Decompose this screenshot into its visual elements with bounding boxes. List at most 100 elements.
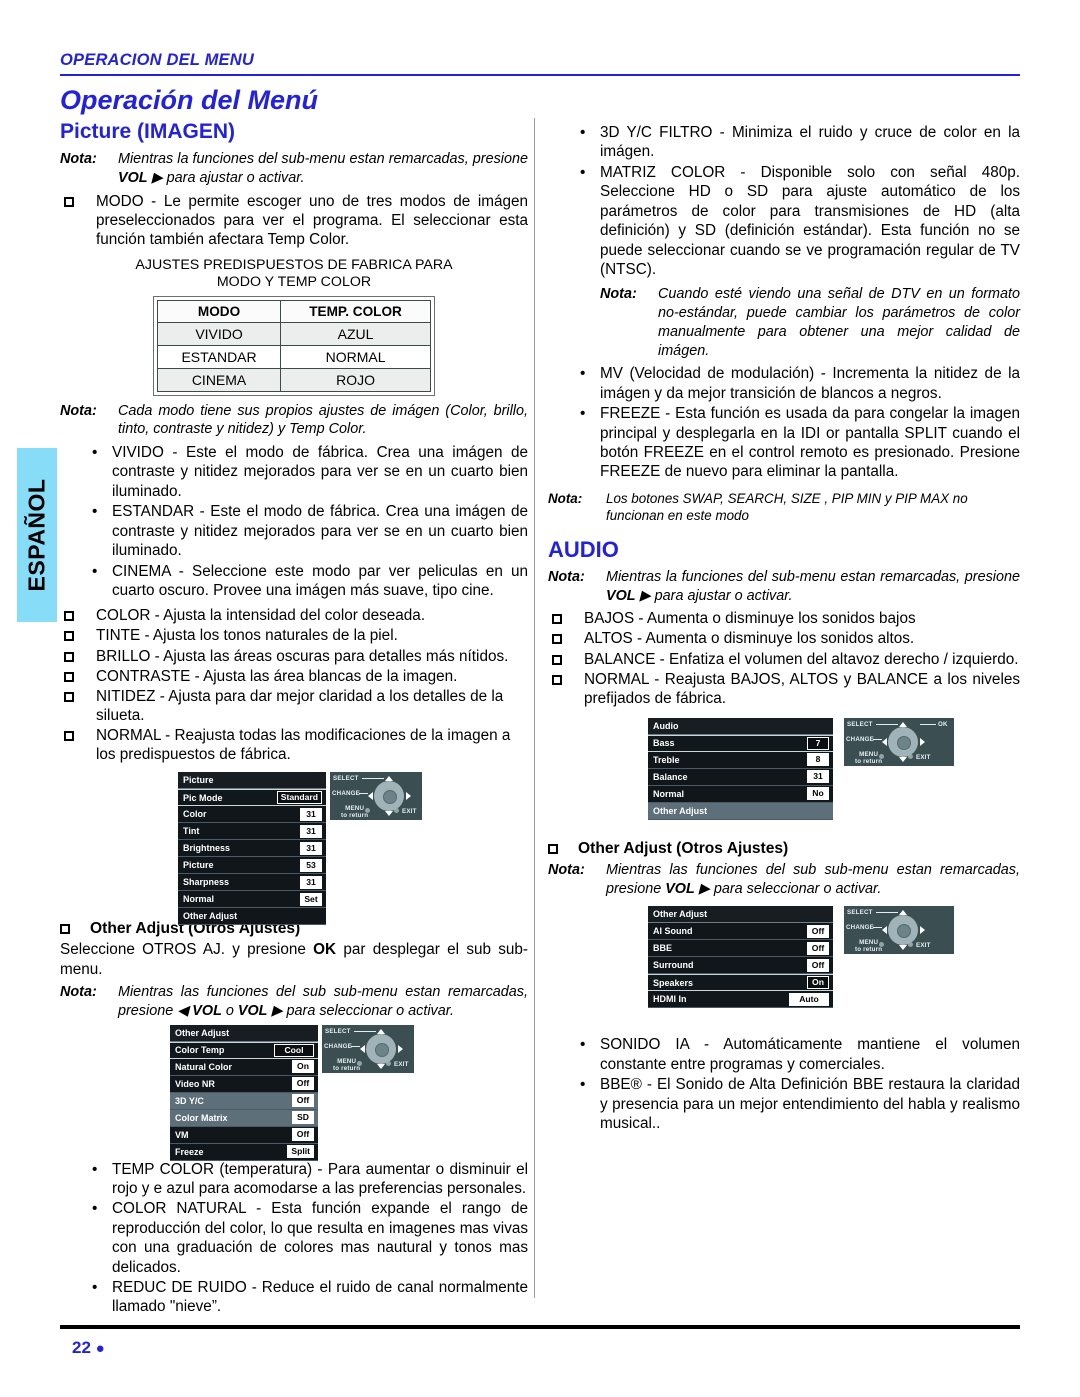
osd-row-normal[interactable]: Normal Set — [178, 891, 326, 909]
square-bullet-icon — [60, 192, 96, 249]
osd-row-title: Other Adjust — [648, 906, 833, 924]
round-bullet-icon: • — [92, 1279, 98, 1297]
osd-row-3d-yc[interactable]: 3D Y/C Off — [170, 1092, 318, 1110]
osd-row-normal[interactable]: Normal No — [648, 785, 833, 803]
note-other-adjust: Nota: Mientras las funciones del sub sub… — [60, 983, 528, 1020]
osd-row-label: Picture — [183, 775, 214, 786]
osd-row-video-nr[interactable]: Video NR Off — [170, 1075, 318, 1093]
list-item-text: SONIDO IA - Automáticamente mantiene el … — [600, 1036, 1020, 1073]
list-item-text: MODO - Le permite escoger uno de tres mo… — [96, 192, 528, 248]
list-item-altos: ALTOS - Aumenta o disminuye los sonidos … — [548, 629, 1020, 648]
dpad-left-icon[interactable] — [360, 1044, 365, 1053]
osd-row-bass[interactable]: Bass 7 — [648, 734, 833, 752]
osd-row-hdmi-in[interactable]: HDMI In Auto — [648, 991, 833, 1009]
dpad-up-icon[interactable] — [385, 776, 393, 782]
osd-row-freeze[interactable]: Freeze Split — [170, 1143, 318, 1161]
osd-row-pic-mode[interactable]: Pic Mode Standard — [178, 789, 326, 807]
table-header-modo: MODO — [156, 299, 282, 323]
table-row: VIVIDO AZUL — [156, 321, 431, 346]
dpad-disc[interactable] — [366, 1033, 396, 1064]
dpad-lead-select — [362, 778, 384, 780]
list-item-vivido: • VIVIDO - Este el modo de fábrica. Crea… — [60, 443, 528, 501]
osd-row-value: Standard — [276, 791, 322, 805]
list-item-text: COLOR NATURAL - Esta función expande el … — [112, 1200, 528, 1276]
osd-row-balance[interactable]: Balance 31 — [648, 768, 833, 786]
osd-row-label: Balance — [653, 771, 688, 782]
dpad-up-icon[interactable] — [377, 1028, 385, 1034]
table-caption-line-2: MODO Y TEMP COLOR — [216, 274, 372, 291]
dpad-down-icon[interactable] — [899, 756, 907, 762]
dpad-left-icon[interactable] — [882, 926, 887, 935]
osd-row-brightness[interactable]: Brightness 31 — [178, 840, 326, 858]
osd-row-vm[interactable]: VM Off — [170, 1126, 318, 1144]
dpad-graphic-audio-other: SELECT CHANGE MENU to return EXIT — [844, 906, 954, 955]
subheading-audio-other-adjust: Other Adjust (Otros Ajustes) — [548, 840, 1020, 858]
osd-row-value: 31 — [300, 875, 322, 889]
osd-row-title: Picture — [178, 772, 326, 790]
list-item-text: ALTOS - Aumenta o disminuye los sonidos … — [584, 630, 915, 648]
header-rule — [60, 73, 1020, 76]
osd-row-treble[interactable]: Treble 8 — [648, 751, 833, 769]
dpad-right-icon[interactable] — [406, 792, 411, 801]
subheading-text: Other Adjust (Otros Ajustes) — [578, 839, 789, 857]
osd-row-label: Other Adjust — [175, 1027, 230, 1038]
dpad-label-change: CHANGE — [846, 735, 875, 743]
osd-row-title: Audio — [648, 717, 833, 735]
dpad-lead-select — [876, 912, 898, 914]
osd-row-surround[interactable]: Surround Off — [648, 957, 833, 975]
square-bullet-icon — [60, 687, 96, 725]
osd-row-label: Color — [183, 809, 207, 820]
osd-row-tint[interactable]: Tint 31 — [178, 823, 326, 841]
dpad-up-icon[interactable] — [899, 721, 907, 727]
osd-row-picture[interactable]: Picture 53 — [178, 857, 326, 875]
dpad-lead-select — [876, 723, 898, 725]
footer-rule — [60, 1325, 1020, 1329]
dpad-right-icon[interactable] — [920, 737, 925, 746]
dpad-disc[interactable] — [888, 726, 918, 757]
list-item-color: COLOR - Ajusta la intensidad del color d… — [60, 606, 528, 625]
dpad-lead-change — [873, 927, 882, 929]
list-item-reduc-ruido: • REDUC DE RUIDO - Reduce el ruido de ca… — [60, 1278, 528, 1317]
osd-row-natural-color[interactable]: Natural Color On — [170, 1058, 318, 1076]
osd-row-color-temp[interactable]: Color Temp Cool — [170, 1041, 318, 1059]
dpad-left-icon[interactable] — [368, 792, 373, 801]
dpad-label-select: SELECT — [325, 1027, 351, 1035]
note-text: Mientras las funciones del sub sub-menu … — [606, 861, 1020, 897]
dpad-disc[interactable] — [888, 915, 918, 946]
dpad-down-icon[interactable] — [899, 945, 907, 951]
osd-row-sharpness[interactable]: Sharpness 31 — [178, 874, 326, 892]
list-item-3dyc-filtro: • 3D Y/C FILTRO - Minimiza el ruido y cr… — [548, 123, 1020, 162]
list-item-text: REDUC DE RUIDO - Reduce el ruido de cana… — [112, 1279, 528, 1316]
osd-row-label: Picture — [183, 860, 214, 871]
osd-audio-other-adjust-rows: Other Adjust AI Sound Off BBE Off Surrou… — [648, 906, 833, 1009]
osd-row-speakers[interactable]: Speakers On — [648, 974, 833, 992]
dpad-down-icon[interactable] — [377, 1063, 385, 1069]
list-item-text: NORMAL - Reajusta todas las modificacion… — [96, 727, 511, 764]
osd-row-label: VM — [175, 1129, 189, 1140]
dpad-right-icon[interactable] — [398, 1044, 403, 1053]
osd-row-color-matrix[interactable]: Color Matrix SD — [170, 1109, 318, 1127]
dpad-up-icon[interactable] — [899, 910, 907, 916]
dpad-left-icon[interactable] — [882, 737, 887, 746]
list-item-text: CONTRASTE - Ajusta las área blancas de l… — [96, 667, 458, 685]
osd-row-label: Other Adjust — [653, 909, 708, 920]
note-dtv: Nota: Cuando esté viendo una señal de DT… — [600, 285, 1020, 360]
osd-row-value: Off — [807, 941, 829, 955]
osd-row-other-adjust[interactable]: Other Adjust — [178, 908, 326, 926]
dpad-label-select: SELECT — [333, 775, 359, 783]
list-item-mv: • MV (Velocidad de modulación) - Increme… — [548, 364, 1020, 403]
table-caption: AJUSTES PREDISPUESTOS DE FABRICA PARA MO… — [60, 257, 528, 292]
round-bullet-icon: • — [580, 163, 586, 181]
osd-picture-rows: Picture Pic Mode Standard Color 31 Tint … — [178, 772, 326, 926]
dpad-dot-menu — [365, 808, 370, 814]
dpad-right-icon[interactable] — [920, 926, 925, 935]
square-bullet-icon — [548, 629, 584, 648]
osd-row-other-adjust[interactable]: Other Adjust — [648, 802, 833, 820]
osd-picture-menu: Picture Pic Mode Standard Color 31 Tint … — [178, 772, 528, 926]
dpad-down-icon[interactable] — [385, 811, 393, 817]
osd-row-ai-sound[interactable]: AI Sound Off — [648, 923, 833, 941]
osd-row-bbe[interactable]: BBE Off — [648, 940, 833, 958]
osd-row-color[interactable]: Color 31 — [178, 806, 326, 824]
dpad-disc[interactable] — [374, 781, 404, 812]
list-item-text: MATRIZ COLOR - Disponible solo con señal… — [600, 163, 1020, 278]
